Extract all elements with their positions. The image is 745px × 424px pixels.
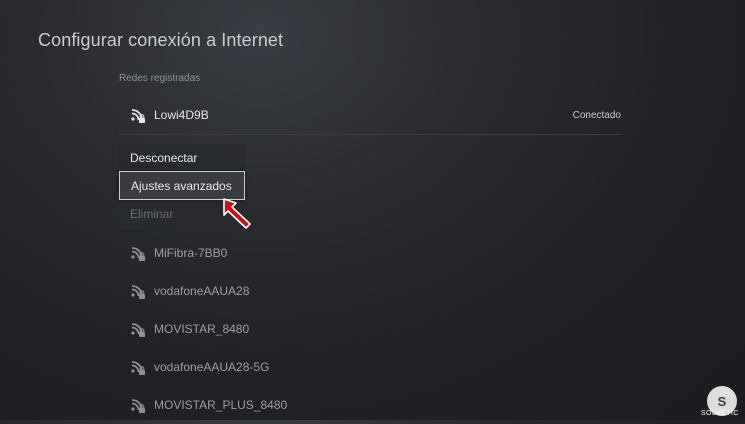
network-name: Lowi4D9B: [154, 108, 209, 122]
wifi-lock-icon: [130, 106, 146, 124]
wifi-lock-icon: [130, 244, 146, 262]
watermark-text: SOLVETIC: [700, 410, 739, 417]
wifi-lock-icon: [130, 396, 146, 414]
network-row[interactable]: MOVISTAR_8480: [119, 310, 621, 348]
pointer-arrow-icon: [223, 198, 251, 229]
network-name: MOVISTAR_8480: [154, 322, 250, 336]
network-name: MiFibra-7BB0: [154, 246, 228, 260]
disconnect-option[interactable]: Desconectar: [118, 144, 246, 172]
wifi-lock-icon: [130, 358, 146, 376]
network-name: vodafoneAAUA28-5G: [154, 360, 270, 374]
connection-status: Conectado: [572, 109, 621, 121]
connected-network-row[interactable]: Lowi4D9B Conectado: [119, 96, 621, 135]
network-row[interactable]: vodafoneAAUA28: [119, 272, 621, 310]
wifi-lock-icon: [130, 282, 146, 300]
page-title: Configurar conexión a Internet: [38, 30, 284, 50]
network-row[interactable]: MiFibra-7BB0: [119, 234, 621, 272]
advanced-settings-option[interactable]: Ajustes avanzados: [119, 171, 245, 200]
network-name: vodafoneAAUA28: [154, 284, 250, 298]
network-name: MOVISTAR_PLUS_8480: [154, 398, 288, 412]
network-row[interactable]: vodafoneAAUA28-5G: [119, 348, 621, 386]
wifi-lock-icon: [130, 320, 146, 338]
network-row[interactable]: MOVISTAR_PLUS_8480: [119, 386, 621, 424]
section-label: Redes registradas: [119, 73, 201, 84]
